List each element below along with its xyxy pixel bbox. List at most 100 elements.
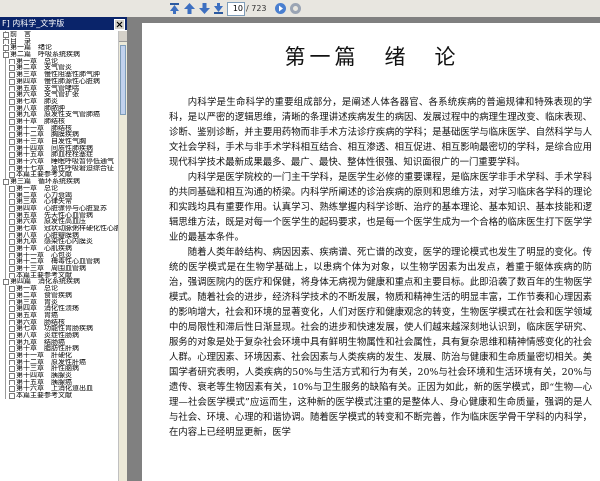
bookmark-item[interactable]: 第二篇 呼吸系统疾病	[0, 51, 118, 58]
tree-line	[5, 265, 6, 272]
bookmark-item[interactable]: 本篇主要参考文献	[0, 392, 118, 399]
bookmark-item[interactable]: 第四章 慢性肺源性心脏病	[0, 77, 118, 85]
bookmark-item[interactable]: 第八章 炎症性肠病	[0, 331, 118, 339]
bookmark-item[interactable]: 目 录	[0, 37, 118, 45]
bookmark-item[interactable]: 第十三章 自发性气胸	[0, 138, 118, 145]
bookmark-item[interactable]: 第六章 原发性高血压	[0, 218, 118, 225]
bookmark-tree: 前 言目 录第一篇 绪论 第二篇 呼吸系统疾病 第一章 总论 第二章 支气管炎 第三章 …	[0, 31, 118, 481]
tree-line	[5, 291, 6, 299]
bookmark-item[interactable]: 第一章 总论	[0, 285, 118, 292]
bookmark-item[interactable]: 第八章 心脏瓣膜病	[0, 231, 118, 239]
next-page-icon[interactable]	[197, 1, 211, 15]
bookmark-item[interactable]: 第十章 肺结核	[0, 117, 118, 125]
bookmark-item[interactable]: 第七章 冠状动脉粥样硬化性心脏病	[0, 224, 118, 232]
bookmark-item-label: 第三章 胃炎	[16, 298, 58, 306]
body-paragraph: 随着人类年龄结构、病因因素、疾病谱、死亡谱的改变，医学的理论模式也发生了明显的变…	[169, 247, 592, 438]
tree-line	[5, 211, 6, 219]
bookmark-item[interactable]: 第九章 原发性支气管肺癌	[0, 111, 118, 118]
bookmark-item[interactable]: 第三章 慢性阻塞性肺气肿	[0, 71, 118, 78]
bookmark-item[interactable]: 第十四章 胰腺炎	[0, 372, 118, 379]
bookmark-item[interactable]: 第四章 消化性溃疡	[0, 305, 118, 312]
bookmark-item-label: 第十二章 梅毒性心血管病	[16, 258, 100, 266]
bookmark-panel-title: F] 内科学_文字版	[0, 17, 127, 30]
tree-line	[5, 144, 6, 152]
bookmark-item[interactable]: 第六章 支气管扩张	[0, 91, 118, 98]
go-icon[interactable]	[273, 1, 287, 15]
bookmark-item[interactable]: 第十六章 上消化道出血	[0, 385, 118, 393]
bookmark-item[interactable]: 第十一章 肺结核	[0, 124, 118, 132]
bookmark-item[interactable]: 第十二章 胸膜疾病	[0, 131, 118, 138]
bookmark-item[interactable]: 第三章 胃炎	[0, 298, 118, 306]
bookmark-item[interactable]: 第十五章 肺血栓栓塞症	[0, 151, 118, 159]
bookmark-item[interactable]: 第九章 结肠癌	[0, 338, 118, 346]
bookmark-item[interactable]: 第十五章 胰腺癌	[0, 378, 118, 386]
bookmark-item[interactable]: 第五章 支气管哮喘	[0, 84, 118, 92]
bookmark-item-label: 第八章 心脏瓣膜病	[16, 231, 79, 239]
bookmark-item[interactable]: 第九章 感染性心内膜炎	[0, 238, 118, 245]
bookmark-item[interactable]: 第二章 心力衰竭	[0, 191, 118, 199]
bookmark-panel: F] 内科学_文字版 前 言目 录第一篇 绪论 第二篇 呼吸系统疾病 第一章 总论第…	[0, 17, 128, 481]
bookmark-item[interactable]: 第七章 功能性胃肠疾病	[0, 325, 118, 332]
first-page-icon[interactable]	[167, 1, 181, 15]
document-viewport[interactable]: 第一篇 绪 论 内科学是生命科学的重要组成部分，是阐述人体各器官、各系统疾病的普…	[128, 17, 600, 481]
bookmark-item[interactable]: 第五章 先天性心血管病	[0, 211, 118, 219]
close-icon[interactable]	[114, 19, 125, 30]
bookmark-item[interactable]: 第一篇 绪论	[0, 44, 118, 52]
bookmark-item[interactable]: 第十章 脂肪性肝病	[0, 345, 118, 352]
bookmark-item[interactable]: 第十六章 睡眠呼吸暂停低通气	[0, 158, 118, 165]
tree-line	[5, 331, 6, 339]
bookmark-item[interactable]: 第二章 支气管炎	[0, 64, 118, 72]
bookmark-item-label: 本篇主要参考文献	[16, 392, 72, 399]
bookmark-item[interactable]: 第十七章 急性呼吸窘迫综合征	[0, 164, 118, 172]
bookmark-item-label: 第九章 结肠癌	[16, 338, 65, 346]
bookmark-item[interactable]: 第四章 心脏骤停与心脏复苏	[0, 204, 118, 212]
bookmark-item[interactable]: 第一章 总论	[0, 184, 118, 192]
bookmark-item-label: 第六章 肠结核	[16, 318, 65, 326]
bookmark-item-label: 第十章 肺结核	[16, 117, 65, 125]
bookmark-item[interactable]: 第三章 心律失常	[0, 198, 118, 205]
bookmark-item[interactable]: 第十二章 梅毒性心血管病	[0, 258, 118, 266]
bookmark-item[interactable]: 第八章 肺脓肿	[0, 104, 118, 112]
tree-line	[5, 392, 6, 399]
bookmark-item-label: 第二章 心力衰竭	[16, 191, 72, 199]
bookmark-item-label: 第十七章 急性呼吸窘迫综合征	[16, 164, 114, 172]
bookmark-item[interactable]: 第十二章 原发性肝癌	[0, 358, 118, 366]
bookmark-item-label: 本篇主要参考文献	[16, 171, 72, 179]
scroll-thumb[interactable]	[120, 45, 126, 115]
bookmark-item-label: 第二篇 呼吸系统疾病	[10, 51, 80, 58]
bookmark-item-label: 第八章 肺脓肿	[16, 104, 65, 112]
tree-line	[5, 138, 6, 145]
bookmark-item[interactable]: 第十四章 间质性肺疾病	[0, 144, 118, 152]
last-page-icon[interactable]	[211, 1, 225, 15]
bookmark-icon[interactable]	[9, 393, 15, 399]
bookmark-item[interactable]: 第四篇 消化系统疾病	[0, 278, 118, 286]
tree-line	[5, 224, 6, 232]
bookmark-item[interactable]: 第十一章 肝硬化	[0, 352, 118, 359]
bookmark-item[interactable]: 第二章 食管疾病	[0, 291, 118, 299]
bookmark-item[interactable]: 第十三章 肝性脑病	[0, 365, 118, 373]
bookmark-item[interactable]: 第六章 肠结核	[0, 318, 118, 326]
sidebar-scrollbar[interactable]	[118, 31, 127, 481]
scroll-up-icon[interactable]	[119, 31, 127, 42]
page-title: 第一篇 绪 论	[284, 45, 460, 69]
bookmark-item[interactable]: 第十一章 心包炎	[0, 251, 118, 259]
bookmark-item-label: 第七章 肺炎	[16, 97, 58, 105]
prev-page-icon[interactable]	[182, 1, 196, 15]
bookmark-item[interactable]: 第一章 总论	[0, 57, 118, 65]
bookmark-item[interactable]: 第七章 肺炎	[0, 97, 118, 105]
stop-icon[interactable]	[288, 1, 302, 15]
bookmark-item[interactable]: 第五章 胃癌	[0, 311, 118, 319]
document-page: 第一篇 绪 论 内科学是生命科学的重要组成部分，是阐述人体各器官、各系统疾病的普…	[142, 23, 600, 481]
tree-line	[5, 158, 6, 165]
bookmark-item-label: 第十二章 原发性肝癌	[16, 358, 86, 366]
bookmark-item[interactable]: 第三篇 循环系统疾病	[0, 178, 118, 185]
tree-line	[5, 245, 6, 252]
bookmark-item[interactable]: 本篇主要参考文献	[0, 271, 118, 279]
page-number-input[interactable]: 10	[227, 2, 245, 16]
bookmark-item-label: 第十三章 肝性脑病	[16, 365, 79, 373]
tree-line	[5, 231, 6, 239]
bookmark-item[interactable]: 第十三章 周围血管病	[0, 265, 118, 272]
bookmark-item[interactable]: 本篇主要参考文献	[0, 171, 118, 179]
bookmark-item[interactable]: 第十章 心肌疾病	[0, 245, 118, 252]
bookmark-item[interactable]: 前 言	[0, 31, 118, 38]
